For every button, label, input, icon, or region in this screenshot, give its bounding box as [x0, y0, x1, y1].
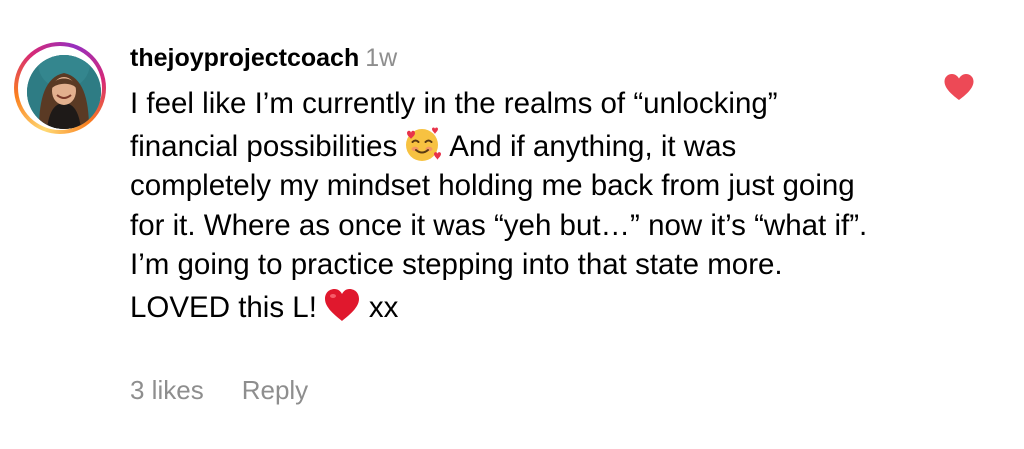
profile-photo-icon [27, 55, 101, 129]
comment-text-part: xx [368, 290, 399, 324]
avatar-story-ring[interactable] [14, 42, 106, 134]
smiling-face-with-hearts-icon [406, 127, 442, 161]
likes-count-link[interactable]: 3 likes [130, 372, 204, 408]
avatar-ring-gap [18, 46, 102, 130]
reply-button[interactable]: Reply [242, 372, 308, 408]
comment-header: thejoyprojectcoach 1w [130, 40, 397, 80]
like-button[interactable] [943, 73, 975, 101]
avatar[interactable] [27, 55, 101, 129]
heart-filled-icon [944, 74, 974, 100]
red-heart-icon [324, 288, 359, 321]
comment-text: I feel like I’m currently in the realms … [130, 84, 870, 327]
username-link[interactable]: thejoyprojectcoach [130, 44, 359, 72]
timestamp: 1w [365, 44, 398, 72]
comment: thejoyprojectcoach 1w I feel like I’m cur… [0, 0, 1024, 449]
comment-footer: 3 likes Reply [130, 372, 308, 408]
